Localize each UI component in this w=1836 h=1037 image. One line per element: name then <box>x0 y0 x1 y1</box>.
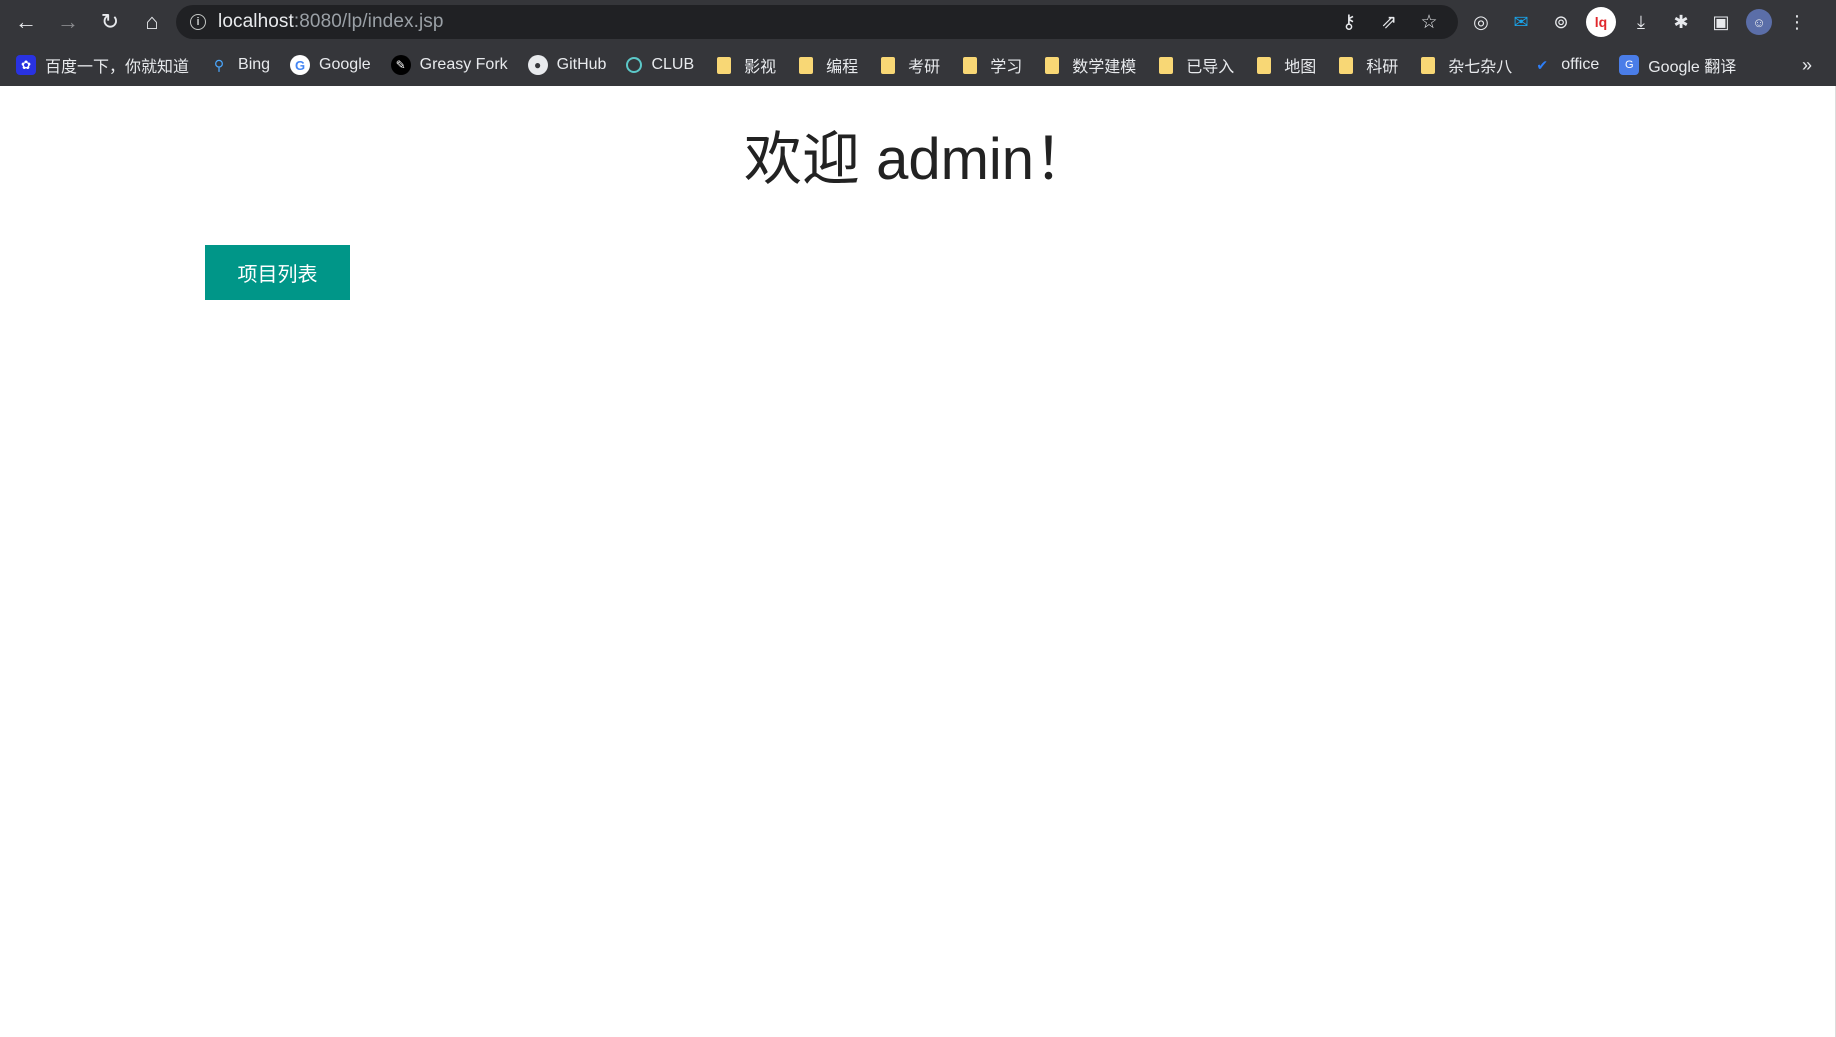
extension-lq-icon[interactable]: lq <box>1586 7 1616 37</box>
extensions-puzzle-icon[interactable]: ✱ <box>1666 7 1696 37</box>
folder-icon <box>799 56 814 74</box>
omnibox-actions: ⚷ ⇗ ☆ <box>1338 5 1440 39</box>
google-translate-icon: G <box>1619 55 1640 75</box>
bookmark-club[interactable]: CLUB <box>626 56 694 74</box>
bookmark-github[interactable]: ● GitHub <box>527 55 607 75</box>
url-host: localhost <box>218 11 294 32</box>
side-panel-icon[interactable]: ▣ <box>1706 7 1736 37</box>
folder-icon <box>881 56 896 74</box>
google-icon: G <box>290 55 311 75</box>
extensions-area: ◎ ✉ ⊚ lq ⤓ ✱ ▣ ☺ ⋮ <box>1466 0 1812 44</box>
bookmark-google[interactable]: G Google <box>290 55 371 75</box>
extension-3-icon[interactable]: ⊚ <box>1546 7 1576 37</box>
greasy-fork-icon: ✎ <box>390 55 411 75</box>
bookmark-label: 考研 <box>908 59 941 76</box>
bookmark-label: Greasy Fork <box>419 56 508 73</box>
bookmarks-overflow-icon[interactable]: » <box>1802 55 1812 76</box>
folder-icon <box>1339 56 1354 74</box>
bookmark-office[interactable]: ✔ office <box>1532 55 1599 75</box>
bookmark-folder-ditu[interactable]: 地图 <box>1254 53 1316 77</box>
bookmark-label: GitHub <box>556 56 607 73</box>
address-bar[interactable]: i localhost:8080/lp/index.jsp ⚷ ⇗ ☆ <box>176 5 1458 39</box>
share-icon[interactable]: ⇗ <box>1378 11 1400 34</box>
url-text[interactable]: localhost:8080/lp/index.jsp <box>218 11 444 33</box>
page-heading: 欢迎 admin！ <box>743 127 1093 192</box>
bookmark-label: 地图 <box>1284 59 1317 76</box>
extension-1-icon[interactable]: ◎ <box>1466 7 1496 37</box>
bookmark-label: 百度一下，你就知道 <box>45 59 190 76</box>
bookmark-folder-biancheng[interactable]: 编程 <box>796 53 858 77</box>
password-key-icon[interactable]: ⚷ <box>1338 11 1360 34</box>
profile-avatar-icon[interactable]: ☺ <box>1746 9 1772 35</box>
baidu-icon: ✿ <box>16 55 36 75</box>
bookmark-folder-yidaoru[interactable]: 已导入 <box>1156 53 1234 77</box>
project-list-button[interactable]: 项目列表 <box>205 245 350 300</box>
bookmark-label: 影视 <box>744 59 777 76</box>
folder-icon <box>1159 56 1174 74</box>
bookmark-label: 数学建模 <box>1072 59 1137 76</box>
bookmark-google-translate[interactable]: G Google 翻译 <box>1619 53 1736 77</box>
github-icon: ● <box>527 55 548 75</box>
menu-kebab-icon[interactable]: ⋮ <box>1782 7 1812 37</box>
bookmark-folder-zaqizaba[interactable]: 杂七杂八 <box>1418 53 1512 77</box>
bookmark-folder-kaoyan[interactable]: 考研 <box>878 53 940 77</box>
reload-icon[interactable]: ↻ <box>90 2 130 42</box>
bookmark-label: 学习 <box>990 59 1023 76</box>
bookmark-folder-xuexi[interactable]: 学习 <box>960 53 1022 77</box>
folder-icon <box>1257 56 1272 74</box>
bookmark-greasy-fork[interactable]: ✎ Greasy Fork <box>390 55 508 75</box>
bookmark-label: Google 翻译 <box>1648 59 1737 76</box>
home-icon[interactable]: ⌂ <box>132 2 172 42</box>
bing-icon: ⚲ <box>213 56 225 73</box>
site-info-icon[interactable]: i <box>190 14 206 30</box>
bookmark-bing[interactable]: ⚲ Bing <box>209 55 270 75</box>
folder-icon <box>963 56 978 74</box>
download-icon[interactable]: ⤓ <box>1626 7 1656 37</box>
bookmark-star-icon[interactable]: ☆ <box>1418 11 1440 34</box>
bookmark-folder-keyan[interactable]: 科研 <box>1336 53 1398 77</box>
back-icon[interactable]: ← <box>6 2 46 42</box>
extension-mail-icon[interactable]: ✉ <box>1506 7 1536 37</box>
club-icon <box>626 57 643 73</box>
bookmark-label: 杂七杂八 <box>1448 59 1513 76</box>
bookmark-label: 已导入 <box>1186 59 1235 76</box>
bookmark-label: 科研 <box>1366 59 1399 76</box>
browser-toolbar: ← → ↻ ⌂ i localhost:8080/lp/index.jsp ⚷ … <box>0 0 1836 44</box>
bookmark-folder-shuxuejianmo[interactable]: 数学建模 <box>1042 53 1136 77</box>
folder-icon <box>717 56 732 74</box>
office-icon: ✔ <box>1536 56 1549 73</box>
bookmark-label: Google <box>319 56 371 73</box>
folder-icon <box>1045 56 1060 74</box>
bookmark-label: office <box>1561 56 1600 73</box>
bookmarks-bar: ✿ 百度一下，你就知道 ⚲ Bing G Google ✎ Greasy Fork ● G… <box>0 44 1836 86</box>
bookmark-baidu[interactable]: ✿ 百度一下，你就知道 <box>16 53 189 77</box>
bookmark-folder-yingshi[interactable]: 影视 <box>714 53 776 77</box>
forward-icon[interactable]: → <box>48 2 88 42</box>
bookmark-label: Bing <box>238 56 271 73</box>
bookmark-label: 编程 <box>826 59 859 76</box>
folder-icon <box>1421 56 1436 74</box>
url-path: :8080/lp/index.jsp <box>293 11 444 32</box>
bookmark-label: CLUB <box>651 56 695 73</box>
